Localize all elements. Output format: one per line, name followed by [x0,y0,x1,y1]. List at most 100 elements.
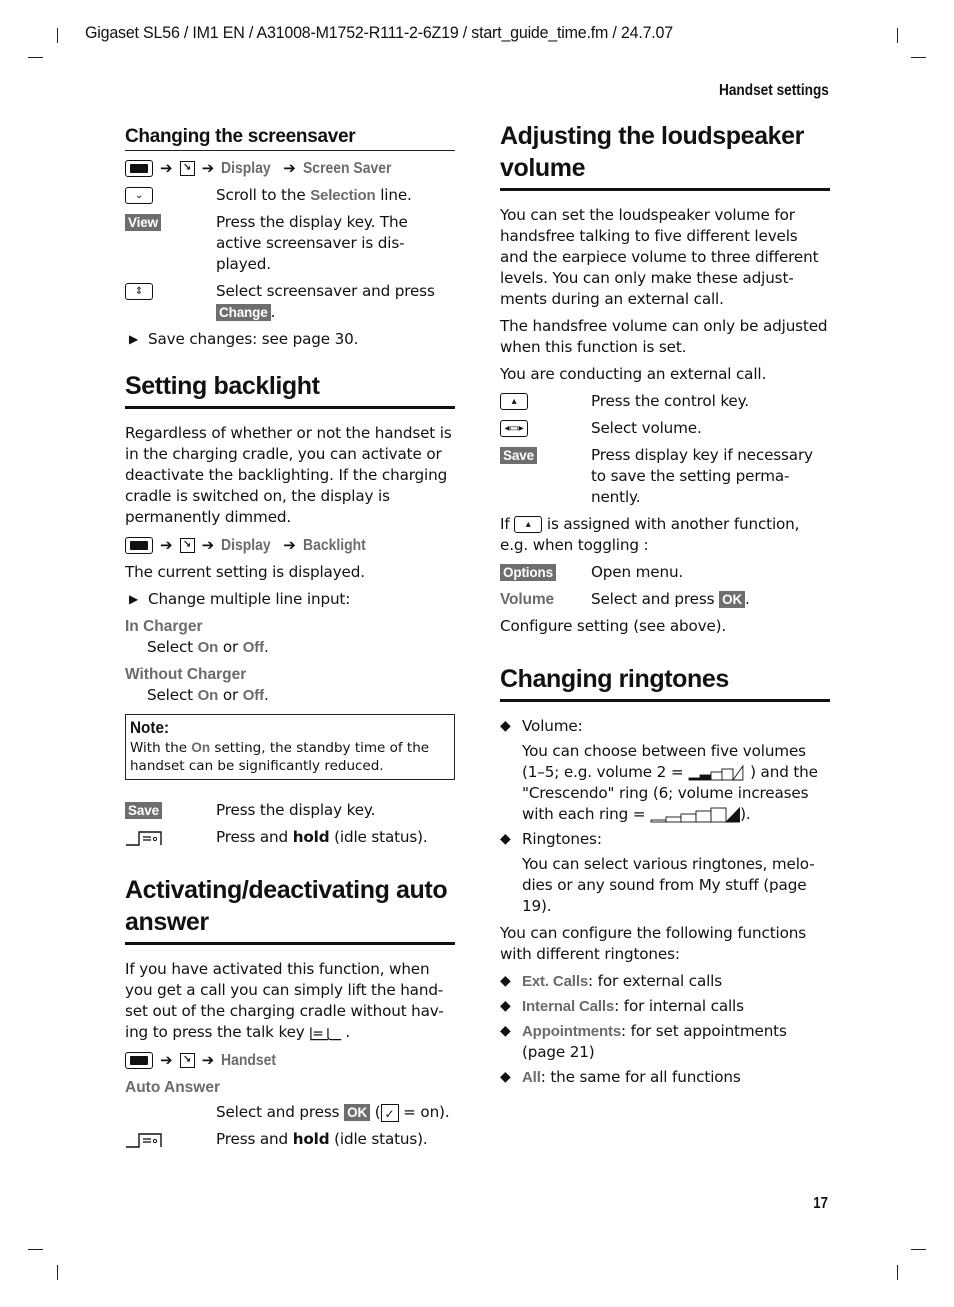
settings-tool-icon: ↘ [179,537,195,553]
section-title-auto-answer: Activating/deactivating auto answer [125,874,455,945]
volume-segment [695,810,712,822]
softkey-ok: OK [344,1104,371,1121]
menu-item-selection: Selection [310,187,376,204]
paragraph: You can set the loudspeaker volume for h… [500,206,819,308]
text-bold: hold [292,1130,330,1148]
menu-item-ext-calls: Ext. Calls [522,973,589,990]
document-info-header: Gigaset SL56 / IM1 EN / A31008-M1752-R11… [85,24,673,42]
note-title: Note: [130,718,170,737]
arrow-icon: ➔ [160,158,173,177]
menu-key-icon [125,536,153,554]
menu-path: ➔ ↘ ➔ Handset [125,1049,455,1071]
diamond-bullet-icon: ◆ [500,831,511,847]
step-text: Scroll to the [216,186,311,204]
bullet-head: Volume: [522,717,583,735]
menu-item-screen-saver: Screen Saver [302,159,392,177]
left-column: Changing the screensaver ➔ ↘ ➔ Display ➔… [125,120,455,1156]
volume-segment [665,816,682,822]
step-row: Press and hold (idle status). [125,1129,455,1150]
step-row: ▴ Press the control key. [500,391,830,412]
settings-tool-icon: ↘ [179,160,195,176]
right-column: Adjusting the loudspeaker volume You can… [500,120,830,1092]
paragraph: You can configure the following function… [500,924,806,963]
option-label-without-charger: Without Charger [125,666,247,683]
menu-item-volume: Volume [500,591,554,608]
text: or [218,638,243,656]
settings-tool-icon: ↘ [179,1052,195,1068]
step-text: Press the control key. [591,392,749,410]
diamond-bullet-icon: ◆ [500,973,511,989]
text: . [745,590,750,608]
paragraph: The handsfree volume can only be adjuste… [500,317,828,356]
control-key-down-icon: ⌄ [125,187,153,204]
paragraph: Configure setting (see above). [500,617,727,635]
diamond-bullet-icon: ◆ [500,1023,511,1039]
paragraph: The current setting is displayed. [125,563,365,581]
control-key-updown-icon: ⇕ [125,283,153,300]
volume-segment [721,768,734,780]
text: If you have activated this function, whe… [125,960,444,1041]
page-number: 17 [813,1195,828,1212]
crop-mark [57,28,58,43]
step-text: Press the display key. The active screen… [216,213,408,273]
paragraph: If you have activated this function, whe… [125,959,455,1043]
paragraph: If ▴ is assigned with another function, … [500,514,830,556]
arrow-icon: ➔ [201,535,215,554]
diamond-bullet-icon: ◆ [500,1069,511,1085]
punctuation: . [270,303,276,321]
softkey-save: Save [125,802,162,819]
diamond-bullet-item: ◆ Internal Calls: for internal calls [500,996,830,1017]
text: or [218,686,243,704]
menu-value-on: On [197,687,219,704]
softkey-view: View [125,214,161,231]
crop-mark [897,28,898,43]
text: If [500,515,510,533]
paragraph: You are conducting an external call. [500,365,767,383]
running-head: Handset settings [719,82,829,99]
menu-value-on: On [191,740,211,755]
volume-crescendo-segment [725,806,741,822]
bullet-body: You can select various ringtones, melo-d… [522,855,815,915]
section-title-ringtones: Changing ringtones [500,663,830,702]
text: Press and [216,828,293,846]
step-text: Select screensaver and press [216,282,435,300]
text: is assigned with another function, e.g. … [500,515,800,554]
softkey-ok: OK [719,591,746,608]
step-row: ⌄ Scroll to the Selection line. [125,185,455,206]
diamond-bullet-item: ◆ Volume: [500,716,830,737]
step-row: Save Press display key if necessary to s… [500,445,830,508]
step-row: Press and hold (idle status). [125,827,455,848]
option-text: Select On or Off. [125,637,455,658]
option-label-auto-answer: Auto Answer [125,1079,221,1096]
talk-key-icon [310,1026,342,1040]
menu-item-internal-calls: Internal Calls [522,998,615,1015]
text: : for internal calls [614,997,744,1015]
volume-segment [688,777,701,780]
step-row: Options Open menu. [500,562,830,583]
control-key-up-icon: ▴ [500,393,528,410]
diamond-bullet-item: ◆ Appointments: for set appointments (pa… [500,1021,830,1063]
crop-mark [28,57,43,58]
text: (idle status). [329,1130,428,1148]
volume-segment [680,813,697,822]
text: Select and press [216,1103,345,1121]
bullet-item: ▶ Save changes: see page 30. [125,329,455,350]
option-label-in-charger: In Charger [125,618,203,635]
volume-level-2-icon [688,764,744,780]
menu-path: ➔ ↘ ➔ Display ➔ Backlight [125,534,455,556]
triangle-bullet-icon: ▶ [129,332,139,346]
text: = on). [398,1103,450,1121]
diamond-bullet-item: ◆ All: the same for all functions [500,1067,830,1088]
note-box: Note: With the On setting, the standby t… [125,714,455,780]
crop-mark [897,1265,898,1280]
text: (idle status). [329,828,428,846]
text: ( [370,1103,381,1121]
text: : for external calls [588,972,723,990]
menu-item-appointments: Appointments [522,1023,622,1040]
volume-crescendo-icon [650,806,741,822]
arrow-icon: ➔ [160,535,173,554]
softkey-options: Options [500,564,556,581]
crop-mark [911,1249,926,1250]
menu-path: ➔ ↘ ➔ Display ➔ Screen Saver [125,157,455,179]
volume-segment [650,819,667,822]
